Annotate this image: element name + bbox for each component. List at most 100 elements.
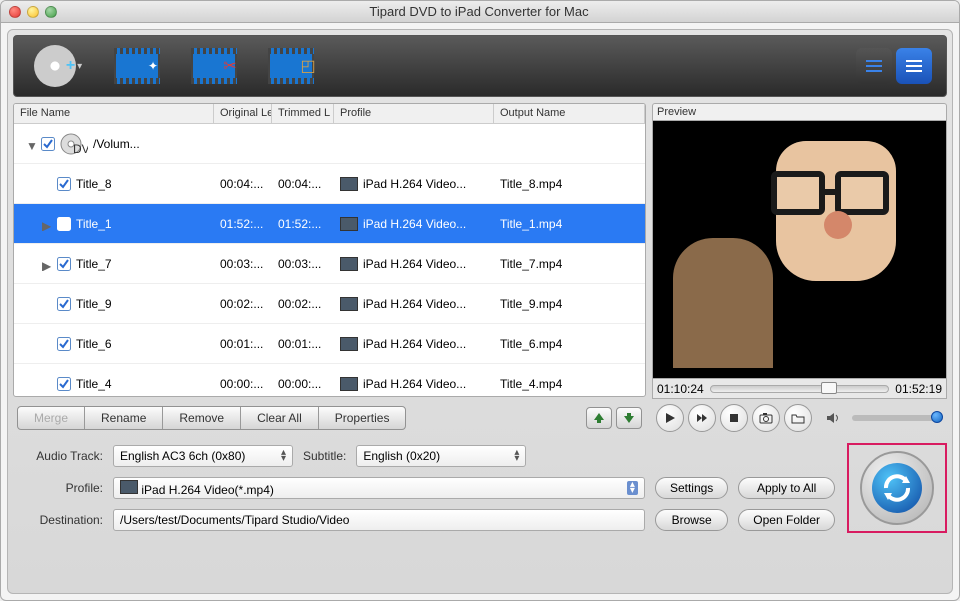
col-origlen[interactable]: Original Le (214, 104, 272, 123)
arrow-up-icon (593, 412, 605, 424)
disclosure-triangle[interactable]: ▶ (42, 219, 52, 229)
volume-slider[interactable] (852, 415, 943, 421)
play-button[interactable] (656, 404, 684, 432)
crop-button[interactable]: ◰ (262, 43, 322, 89)
file-list-panel: File Name Original Le Trimmed L Profile … (13, 103, 646, 397)
row-origlen: 00:02:... (214, 297, 272, 311)
row-origlen: 00:00:... (214, 377, 272, 391)
row-name: Title_6 (76, 337, 112, 351)
svg-text:DVD: DVD (73, 142, 88, 155)
col-trimlen[interactable]: Trimmed L (272, 104, 334, 123)
volume-icon (826, 411, 842, 425)
forward-icon (696, 412, 708, 424)
row-trimlen: 00:03:... (272, 257, 334, 271)
row-profile: iPad H.264 Video... (363, 377, 466, 391)
table-row-root[interactable]: ▼ DVD/Volum... (14, 124, 645, 164)
zoom-window-button[interactable] (45, 6, 57, 18)
profile-select[interactable]: iPad H.264 Video(*.mp4)▴▾ (113, 477, 645, 499)
profile-thumb-icon (340, 177, 358, 191)
preview-label: Preview (652, 103, 947, 120)
disclosure-triangle[interactable]: ▼ (26, 139, 36, 149)
apply-to-all-button[interactable]: Apply to All (738, 477, 835, 499)
rename-button[interactable]: Rename (85, 407, 163, 429)
destination-label: Destination: (13, 513, 103, 527)
stop-button[interactable] (720, 404, 748, 432)
profile-thumb-icon (340, 217, 358, 231)
convert-button[interactable] (860, 451, 934, 525)
camera-icon (759, 412, 773, 424)
profile-thumb-icon (340, 337, 358, 351)
row-outname: Title_7.mp4 (494, 257, 645, 271)
folder-icon (791, 412, 805, 424)
row-trimlen: 00:02:... (272, 297, 334, 311)
audio-track-label: Audio Track: (13, 449, 103, 463)
clear-all-button[interactable]: Clear All (241, 407, 319, 429)
app-window: Tipard DVD to iPad Converter for Mac + ▾… (0, 0, 960, 601)
table-row[interactable]: Title_4 00:00:...00:00:... iPad H.264 Vide… (14, 364, 645, 396)
load-dvd-button[interactable]: + ▾ (28, 43, 88, 89)
profile-thumb-icon (340, 257, 358, 271)
window-title: Tipard DVD to iPad Converter for Mac (57, 4, 901, 19)
list-action-group: Merge Rename Remove Clear All Properties (17, 406, 406, 430)
list-icon (864, 58, 884, 74)
preview-video[interactable] (652, 120, 947, 379)
col-outname[interactable]: Output Name (494, 104, 645, 123)
effect-button[interactable]: ✦ (106, 43, 166, 89)
time-current: 01:10:24 (657, 382, 704, 396)
fast-forward-button[interactable] (688, 404, 716, 432)
play-icon (664, 412, 676, 424)
properties-button[interactable]: Properties (319, 407, 406, 429)
volume-thumb[interactable] (931, 411, 943, 423)
snapshot-button[interactable] (752, 404, 780, 432)
snapshot-folder-button[interactable] (784, 404, 812, 432)
browse-button[interactable]: Browse (655, 509, 728, 531)
disclosure-triangle[interactable]: ▶ (42, 259, 52, 269)
seek-slider[interactable] (710, 385, 890, 393)
open-folder-button[interactable]: Open Folder (738, 509, 835, 531)
subtitle-select[interactable]: English (0x20)▴▾ (356, 445, 526, 467)
remove-button[interactable]: Remove (163, 407, 241, 429)
merge-button[interactable]: Merge (18, 407, 85, 429)
preview-panel: Preview 01:10:24 01:52:19 (652, 103, 947, 433)
close-window-button[interactable] (9, 6, 21, 18)
trim-button[interactable]: ✂ (184, 43, 244, 89)
row-name: Title_7 (76, 257, 112, 271)
row-trimlen: 01:52:... (272, 217, 334, 231)
move-down-button[interactable] (616, 407, 642, 429)
row-name: Title_4 (76, 377, 112, 391)
row-trimlen: 00:00:... (272, 377, 334, 391)
row-profile: iPad H.264 Video... (363, 257, 466, 271)
row-profile: iPad H.264 Video... (363, 217, 466, 231)
profile-thumb-icon (340, 297, 358, 311)
audio-track-select[interactable]: English AC3 6ch (0x80)▴▾ (113, 445, 293, 467)
convert-icon (880, 471, 914, 505)
titlebar: Tipard DVD to iPad Converter for Mac (1, 1, 959, 23)
table-row[interactable]: ▶Title_700:03:...00:03:...iPad H.264 Vid… (14, 244, 645, 284)
col-filename[interactable]: File Name (14, 104, 214, 123)
profile-label: Profile: (13, 481, 103, 495)
row-name: /Volum... (93, 137, 140, 151)
table-row[interactable]: Title_800:04:...00:04:...iPad H.264 Vide… (14, 164, 645, 204)
row-profile: iPad H.264 Video... (363, 177, 466, 191)
settings-button[interactable]: Settings (655, 477, 728, 499)
move-up-button[interactable] (586, 407, 612, 429)
row-outname: Title_4.mp4 (494, 377, 645, 391)
row-origlen: 00:01:... (214, 337, 272, 351)
list-view-button[interactable] (856, 48, 892, 84)
minimize-window-button[interactable] (27, 6, 39, 18)
detail-view-button[interactable] (896, 48, 932, 84)
row-name: Title_1 (76, 217, 112, 231)
table-row[interactable]: ▶ Title_1 01:52:...01:52:... iPad H.264 Vid… (14, 204, 645, 244)
preview-character-right (776, 141, 936, 321)
row-origlen: 01:52:... (214, 217, 272, 231)
table-row[interactable]: Title_600:01:...00:01:...iPad H.264 Vide… (14, 324, 645, 364)
detail-icon (904, 58, 924, 74)
arrow-down-icon (623, 412, 635, 424)
destination-input[interactable]: /Users/test/Documents/Tipard Studio/Vide… (113, 509, 645, 531)
profile-thumb-icon (340, 377, 358, 391)
row-trimlen: 00:04:... (272, 177, 334, 191)
table-row[interactable]: Title_900:02:...00:02:...iPad H.264 Vide… (14, 284, 645, 324)
col-profile[interactable]: Profile (334, 104, 494, 123)
convert-highlight (847, 443, 947, 533)
seek-thumb[interactable] (821, 382, 837, 394)
